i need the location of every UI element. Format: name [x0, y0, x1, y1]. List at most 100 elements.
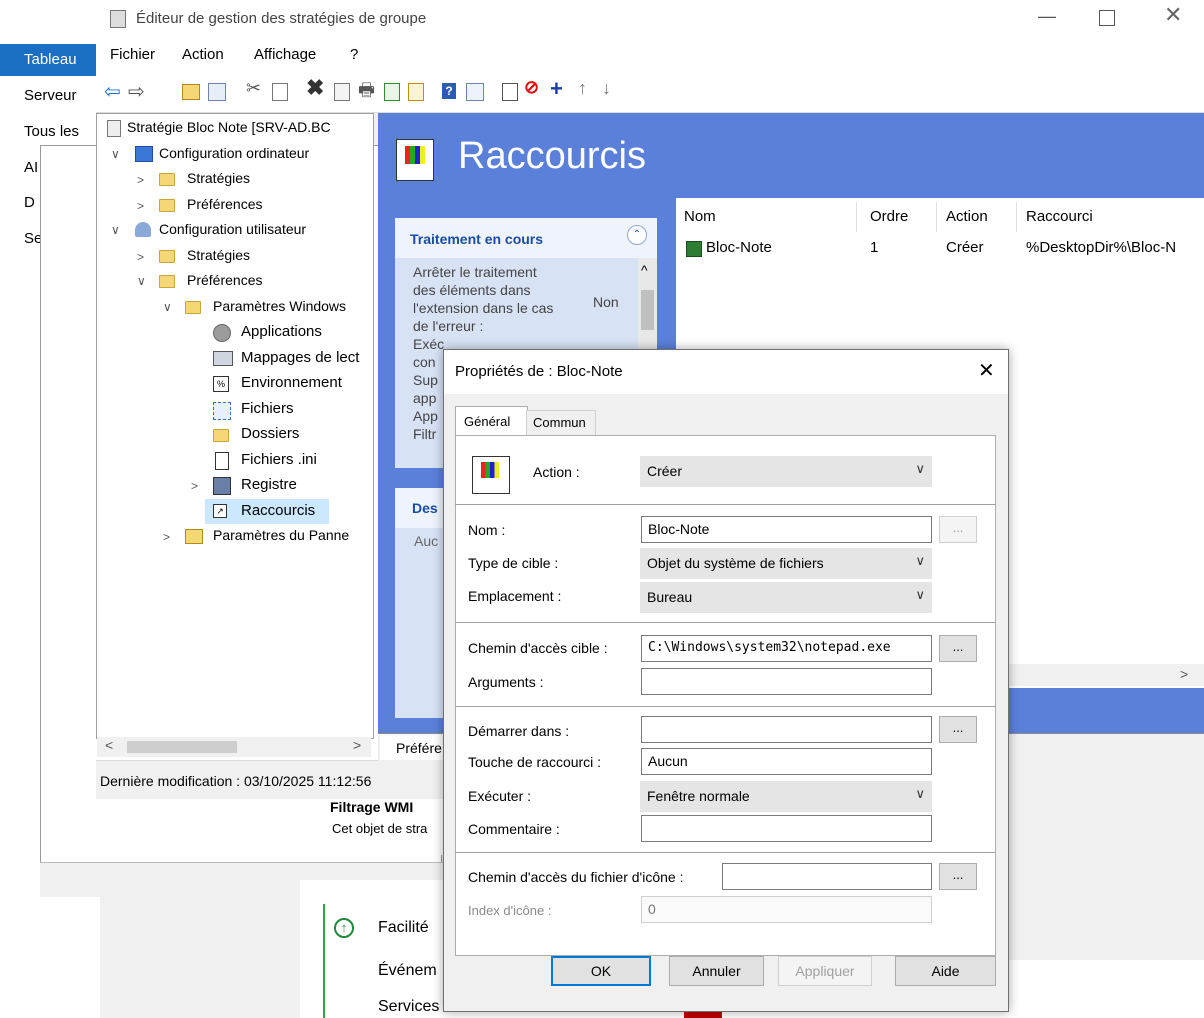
computer-icon — [135, 146, 153, 162]
show-action-pane-icon[interactable] — [466, 83, 484, 101]
arguments-field[interactable] — [641, 668, 932, 695]
close-icon[interactable]: ✕ — [1164, 2, 1182, 28]
chevron-down-icon[interactable]: ∨ — [163, 300, 172, 314]
tree-applications[interactable]: Applications — [241, 323, 322, 340]
chevron-down-icon[interactable]: ∨ — [111, 223, 120, 237]
tree-computer-preferences[interactable]: Préférences — [187, 196, 262, 212]
tree-control-panel[interactable]: Paramètres du Panne — [213, 527, 349, 543]
menu-action[interactable]: Action — [182, 46, 224, 63]
chevron-right-icon[interactable]: > — [163, 530, 170, 544]
sidebar-item-all-servers[interactable]: Tous les — [24, 123, 79, 140]
print-icon[interactable]: 🖶 — [358, 78, 375, 108]
chevron-right-icon[interactable]: > — [137, 250, 144, 264]
refresh-icon[interactable] — [384, 83, 400, 101]
menu-affichage[interactable]: Affichage — [254, 46, 316, 63]
stop-icon[interactable]: ⊘ — [524, 77, 539, 98]
back-icon[interactable]: ⇦ — [104, 79, 121, 104]
tab-common-label: Commun — [533, 415, 586, 430]
tree-ini-files[interactable]: Fichiers .ini — [241, 451, 317, 468]
tree-computer-strategies[interactable]: Stratégies — [187, 170, 250, 186]
chemin-field[interactable]: C:\Windows\system32\notepad.exe — [641, 635, 932, 662]
help-icon[interactable]: ? — [442, 83, 456, 99]
scroll-right-icon[interactable]: > — [353, 737, 361, 753]
touche-field[interactable]: Aucun — [641, 748, 932, 775]
scroll-right-icon[interactable]: > — [1180, 666, 1188, 682]
tree-user-strategies[interactable]: Stratégies — [187, 247, 250, 263]
tree-user-config[interactable]: Configuration utilisateur — [159, 221, 306, 237]
demarrer-browse-button[interactable]: ... — [939, 716, 977, 743]
up-folder-icon[interactable] — [182, 84, 200, 100]
tree-environment[interactable]: Environnement — [241, 374, 342, 391]
sidebar-item-d[interactable]: D — [24, 194, 35, 211]
demarrer-field[interactable] — [641, 716, 932, 743]
icone-browse-button[interactable]: ... — [939, 863, 977, 890]
chevron-down-icon[interactable]: ∨ — [111, 147, 120, 161]
cut-icon[interactable]: ✂ — [246, 78, 261, 99]
maximize-icon[interactable] — [1099, 10, 1115, 26]
chevron-down-icon[interactable]: ∨ — [137, 274, 146, 288]
commentaire-field[interactable] — [641, 815, 932, 842]
chevron-right-icon[interactable]: > — [137, 199, 144, 213]
tab-preferences[interactable]: Préfére — [380, 734, 445, 760]
add-icon[interactable]: + — [550, 76, 563, 102]
move-up-icon[interactable]: ↑ — [578, 78, 587, 99]
column-header-shortcut[interactable]: Raccourci — [1026, 208, 1093, 225]
scroll-left-icon[interactable]: < — [105, 737, 113, 753]
tab-general[interactable]: Général — [455, 406, 528, 437]
delete-icon[interactable]: ✖ — [306, 75, 324, 101]
panel-scroll-thumb[interactable] — [641, 290, 654, 330]
annuler-button[interactable]: Annuler — [669, 956, 764, 986]
collapse-icon[interactable]: ⌃ — [627, 225, 647, 245]
folder-icon — [159, 250, 175, 263]
tree-folders[interactable]: Dossiers — [241, 425, 299, 442]
menu-fichier[interactable]: Fichier — [110, 46, 155, 63]
emplacement-select[interactable]: Bureau ∨ — [640, 582, 932, 613]
nom-field[interactable]: Bloc-Note — [641, 516, 932, 543]
forward-icon[interactable]: ⇨ — [128, 79, 145, 104]
new-item-icon[interactable] — [502, 83, 518, 101]
tile-item-services[interactable]: Services — [378, 998, 439, 1016]
tree-drive-maps[interactable]: Mappages de lect — [241, 349, 359, 366]
tree-root[interactable]: Stratégie Bloc Note [SRV-AD.BC — [127, 119, 331, 135]
icone-chemin-field[interactable] — [722, 863, 932, 890]
executer-select[interactable]: Fenêtre normale ∨ — [640, 781, 932, 812]
chevron-right-icon[interactable]: > — [191, 479, 198, 493]
aide-button[interactable]: Aide — [895, 956, 996, 986]
type-select[interactable]: Objet du système de fichiers ∨ — [640, 548, 932, 579]
minimize-icon[interactable]: — — [1038, 6, 1056, 27]
chevron-right-icon[interactable]: > — [137, 173, 144, 187]
tree-horizontal-scrollbar[interactable]: < > — [97, 737, 371, 757]
tree-files[interactable]: Fichiers — [241, 400, 294, 417]
tree-shortcuts[interactable]: Raccourcis — [241, 502, 315, 519]
move-down-icon[interactable]: ↓ — [602, 78, 611, 99]
tree-windows-settings[interactable]: Paramètres Windows — [213, 298, 346, 314]
tile-item-facilite[interactable]: Facilité — [378, 919, 429, 937]
properties-icon[interactable] — [334, 83, 350, 101]
tree-registry[interactable]: Registre — [241, 476, 297, 493]
environment-icon: % — [213, 376, 229, 392]
row-order: 1 — [870, 239, 879, 256]
copy-icon[interactable] — [272, 83, 288, 101]
menu-help[interactable]: ? — [350, 46, 358, 63]
export-icon[interactable] — [408, 83, 424, 101]
scroll-up-icon[interactable]: ^ — [641, 262, 648, 278]
dashboard-tab[interactable]: Tableau — [0, 44, 98, 76]
table-row[interactable]: Bloc-Note 1 Créer %DesktopDir%\Bloc-N — [676, 236, 1204, 262]
ini-files-icon — [215, 452, 229, 470]
column-header-name[interactable]: Nom — [684, 208, 716, 225]
column-header-order[interactable]: Ordre — [870, 208, 908, 225]
column-header-action[interactable]: Action — [946, 208, 988, 225]
sidebar-item-ad[interactable]: AI — [24, 159, 38, 176]
show-tree-icon[interactable] — [208, 83, 226, 101]
tab-common[interactable]: Commun — [526, 410, 596, 436]
chemin-browse-button[interactable]: ... — [939, 635, 977, 662]
folder-icon — [185, 301, 201, 314]
tree-user-preferences[interactable]: Préférences — [187, 272, 262, 288]
action-select[interactable]: Créer ∨ — [640, 456, 932, 487]
sidebar-item-server[interactable]: Serveur — [24, 87, 77, 104]
tile-item-events[interactable]: Événem — [378, 962, 437, 980]
scroll-thumb[interactable] — [127, 741, 237, 753]
tree-computer-config[interactable]: Configuration ordinateur — [159, 145, 309, 161]
ok-button[interactable]: OK — [551, 956, 651, 986]
dialog-close-icon[interactable]: ✕ — [978, 358, 995, 383]
